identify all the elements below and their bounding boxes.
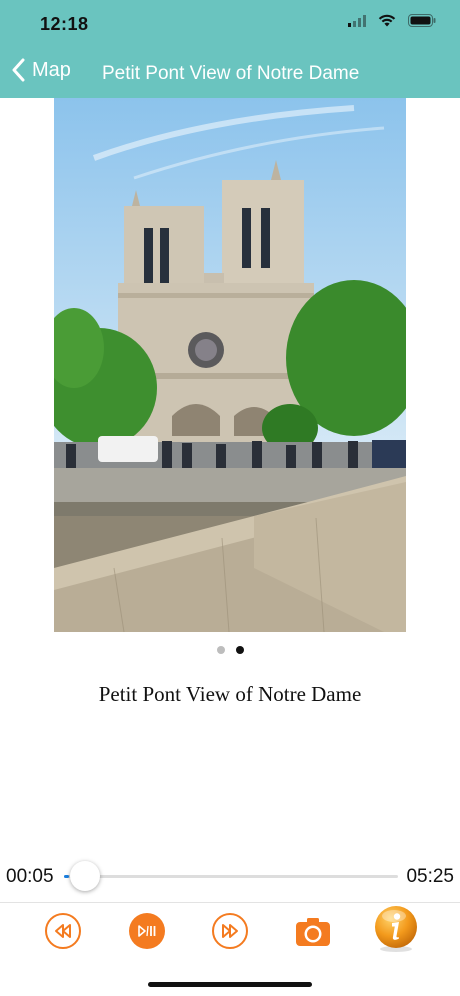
status-icons: [348, 14, 436, 27]
rewind-button[interactable]: [44, 912, 82, 950]
play-pause-icon: [129, 913, 165, 949]
back-label: Map: [32, 58, 71, 81]
status-time: 12:18: [40, 14, 89, 34]
home-indicator: [148, 982, 312, 987]
navigation-bar: Map Petit Pont View of Notre Dame: [0, 54, 460, 94]
back-button[interactable]: Map: [12, 58, 71, 82]
camera-icon: [296, 918, 330, 946]
rewind-icon: [45, 913, 81, 949]
toolbar-divider: [0, 902, 460, 903]
photo-caption: Petit Pont View of Notre Dame: [98, 682, 362, 706]
info-button[interactable]: [372, 905, 420, 953]
fast-forward-icon: [212, 913, 248, 949]
wifi-icon: [378, 14, 396, 27]
page-dot-2[interactable]: [235, 646, 244, 654]
total-duration: 05:25: [406, 866, 454, 887]
progress-fill: [64, 875, 69, 878]
camera-button[interactable]: [294, 912, 332, 950]
forward-button[interactable]: [211, 912, 249, 950]
battery-icon: [408, 14, 436, 27]
progress-thumb[interactable]: [70, 861, 100, 891]
page-indicator[interactable]: [0, 646, 460, 654]
play-pause-button[interactable]: [128, 912, 166, 950]
page-dot-1[interactable]: [216, 646, 225, 654]
cellular-signal-icon: [348, 14, 366, 27]
page-title: Petit Pont View of Notre Dame: [102, 63, 360, 84]
header-bar: 12:18 Map Petit Pont View of Notre Dame: [0, 0, 460, 98]
notre-dame-photo[interactable]: [54, 98, 406, 632]
photo-illustration: [54, 98, 406, 632]
elapsed-time: 00:05: [6, 866, 54, 887]
app-screen: 12:18 Map Petit Pont View of Notre Dame …: [0, 0, 460, 996]
chevron-left-icon: [12, 58, 25, 82]
info-icon: [375, 906, 417, 952]
progress-track[interactable]: [64, 875, 398, 878]
